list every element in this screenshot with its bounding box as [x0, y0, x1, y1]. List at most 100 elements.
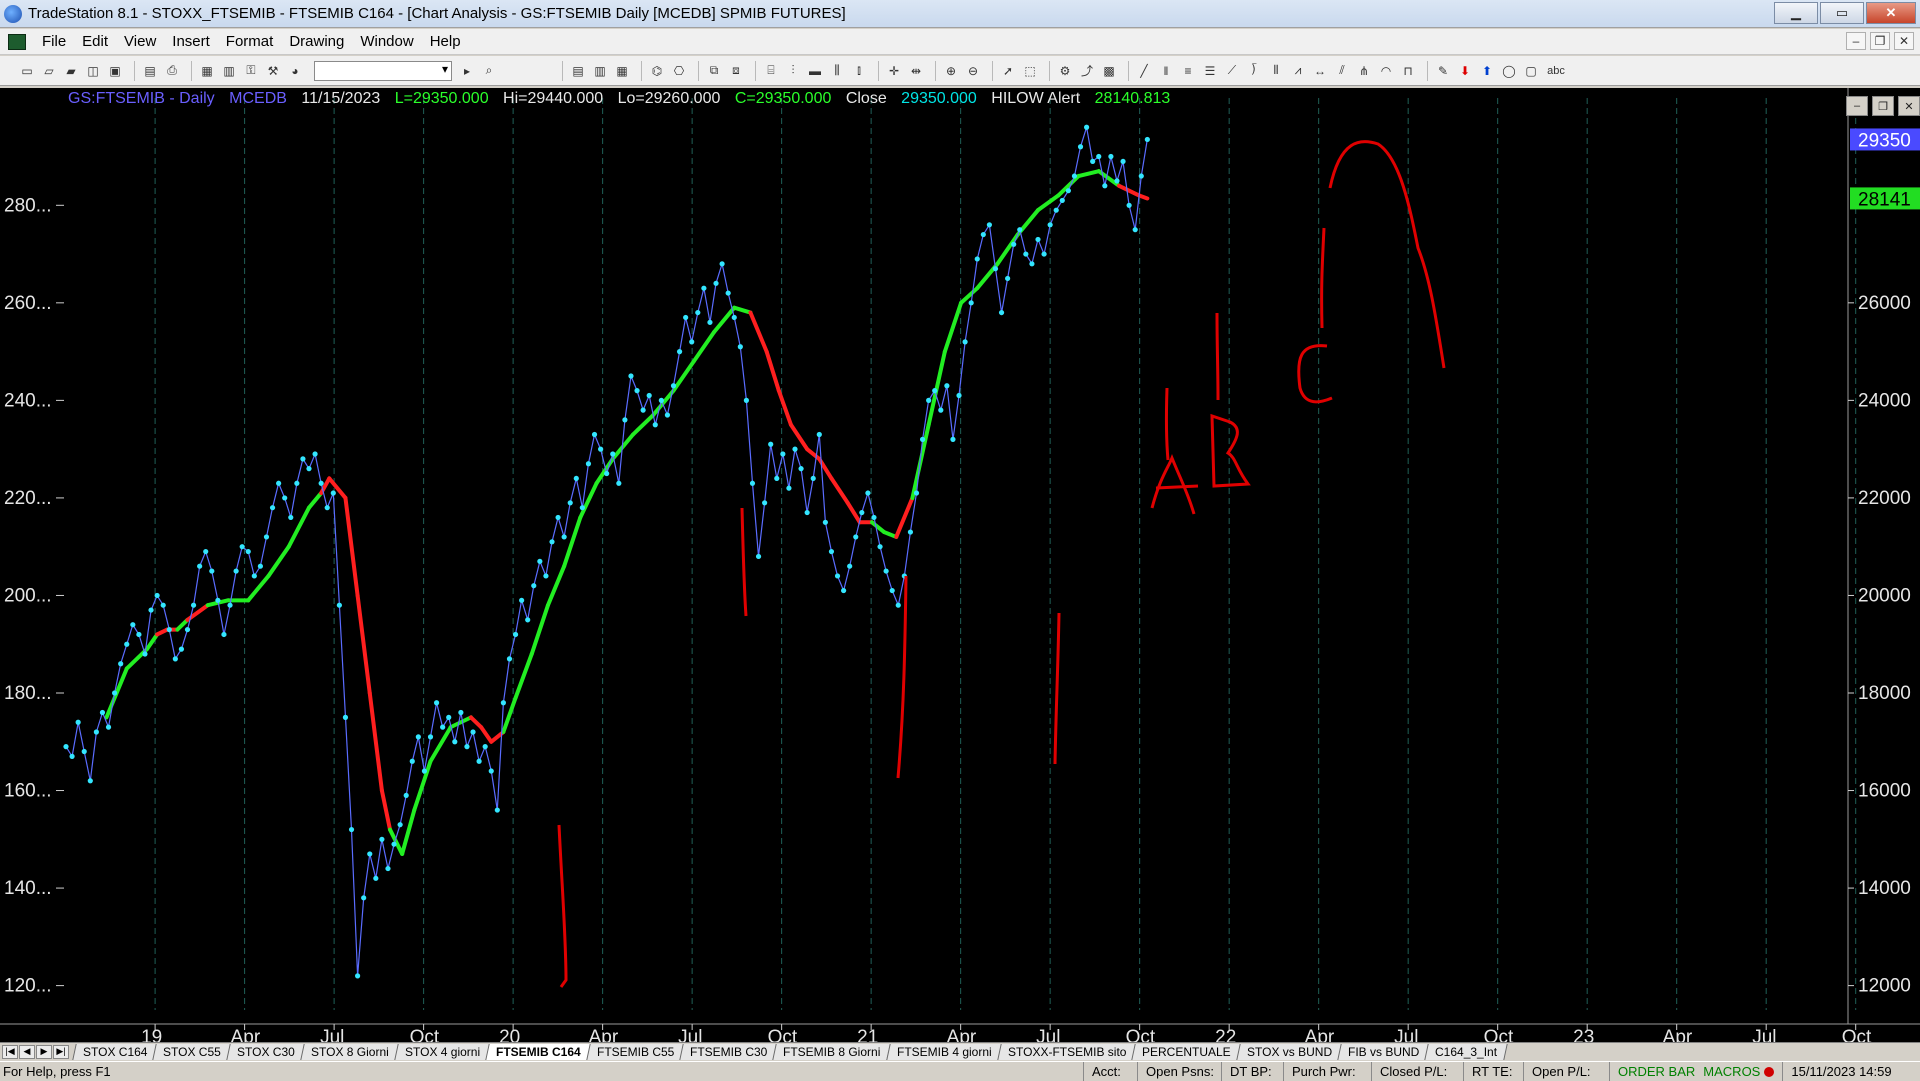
select-icon[interactable]: ⬚: [1021, 62, 1039, 80]
tab-prev-button[interactable]: ◀: [19, 1044, 35, 1059]
tab-stoxx-ftsemib-sito[interactable]: STOXX-FTSEMIB sito: [996, 1043, 1137, 1060]
new-file-icon[interactable]: ▭: [18, 62, 36, 80]
tab-ftsemib-8-giorni[interactable]: FTSEMIB 8 Giorni: [772, 1043, 892, 1060]
save-icon[interactable]: ▣: [106, 62, 124, 80]
ellipse-icon[interactable]: ◯: [1500, 62, 1518, 80]
crosshair-icon[interactable]: ✛: [885, 62, 903, 80]
open-folder-icon[interactable]: ▱: [40, 62, 58, 80]
chart-window-icon[interactable]: ▦: [198, 62, 216, 80]
tab-stox-c164[interactable]: STOX C164: [72, 1043, 159, 1060]
lock-icon[interactable]: ⚿: [242, 62, 260, 80]
menu-format[interactable]: Format: [218, 33, 282, 50]
tab-c164-3-int[interactable]: C164_3_Int: [1424, 1043, 1508, 1060]
menu-drawing[interactable]: Drawing: [281, 33, 352, 50]
price-point: [683, 314, 689, 321]
speedline-icon[interactable]: ⟋: [1223, 62, 1241, 80]
bar-spacing-icon[interactable]: ⇹: [907, 62, 925, 80]
open-workspace-icon[interactable]: ▰: [62, 62, 80, 80]
workspace-select[interactable]: [314, 60, 452, 81]
tools-icon[interactable]: ⚙: [1056, 62, 1074, 80]
price-chart[interactable]: 280... 260... 240... 220... 200... 180... 160.…: [0, 88, 1920, 1042]
zoom-in-icon[interactable]: ⊕: [942, 62, 960, 80]
point-figure-icon[interactable]: ⫼: [828, 62, 846, 80]
price-point: [506, 656, 513, 662]
print-icon[interactable]: ⎙: [163, 62, 181, 80]
radar-screen-icon[interactable]: ▥: [220, 62, 238, 80]
text-icon[interactable]: abc: [1544, 62, 1568, 80]
horizontal-lines-icon[interactable]: ≡: [1179, 62, 1197, 80]
macros-button[interactable]: MACROS: [1703, 1062, 1782, 1081]
gann-fan-icon[interactable]: ⩘: [1289, 62, 1307, 80]
insert-indicator-icon[interactable]: ⌬: [648, 62, 666, 80]
rectangle-icon[interactable]: ▢: [1522, 62, 1540, 80]
format-window-icon[interactable]: ⧉: [705, 62, 723, 80]
print-preview-icon[interactable]: ▤: [141, 62, 159, 80]
tab-stox-vs-bund[interactable]: STOX vs BUND: [1236, 1043, 1343, 1060]
line-on-close-icon[interactable]: ▬: [806, 62, 824, 80]
order-bar-button[interactable]: ORDER BAR: [1609, 1061, 1703, 1081]
tab-ftsemib-c55[interactable]: FTSEMIB C55: [586, 1043, 685, 1060]
cycle-lines-icon[interactable]: ⊓: [1399, 62, 1417, 80]
maximize-button[interactable]: ▭: [1820, 2, 1864, 24]
bar-chart-icon[interactable]: ⌸: [762, 62, 780, 80]
trendline-icon[interactable]: ╱: [1135, 62, 1153, 80]
zoom-out-icon[interactable]: ⊖: [964, 62, 982, 80]
insert-strategy-icon[interactable]: ⎔: [670, 62, 688, 80]
vertical-lines-icon[interactable]: ‖: [1157, 62, 1175, 80]
chart-window-icon[interactable]: [8, 33, 26, 50]
strategy-icon[interactable]: ⚒: [264, 62, 282, 80]
regression-icon[interactable]: ☰: [1201, 62, 1219, 80]
indicator-icon[interactable]: ◕: [286, 62, 304, 80]
pane-close-button[interactable]: ✕: [1898, 96, 1920, 116]
fib-arc-icon[interactable]: ◠: [1377, 62, 1395, 80]
tab-ftsemib-c30[interactable]: FTSEMIB C30: [679, 1043, 779, 1060]
tab-last-button[interactable]: ▶|: [53, 1044, 69, 1059]
minimize-button[interactable]: ▁: [1774, 2, 1818, 24]
chart-analysis-window[interactable]: 280... 260... 240... 220... 200... 180... 160.…: [0, 88, 1920, 1042]
table-icon[interactable]: ▦: [613, 62, 631, 80]
menu-window[interactable]: Window: [352, 33, 421, 50]
tab-next-button[interactable]: ▶: [36, 1044, 52, 1059]
pane-minimize-button[interactable]: –: [1846, 96, 1868, 116]
arrow-line-icon[interactable]: ↔: [1311, 62, 1329, 80]
andrews-pitchfork-icon[interactable]: ⋔: [1355, 62, 1373, 80]
data-window-icon[interactable]: ▤: [569, 62, 587, 80]
new-window-icon[interactable]: ◫: [84, 62, 102, 80]
kagi-icon[interactable]: ⫾: [850, 62, 868, 80]
tab-stox-c30[interactable]: STOX C30: [226, 1043, 306, 1060]
grid-icon[interactable]: ▩: [1100, 62, 1118, 80]
fibonacci-icon[interactable]: ⟌: [1245, 62, 1263, 80]
tab-ftsemib-c164[interactable]: FTSEMIB C164: [485, 1043, 592, 1060]
menu-insert[interactable]: Insert: [164, 33, 218, 50]
tab-stox-4-giorni[interactable]: STOX 4 giorni: [394, 1043, 491, 1060]
mdi-close-button[interactable]: ✕: [1894, 32, 1914, 50]
matrix-icon[interactable]: ▥: [591, 62, 609, 80]
down-arrow-icon[interactable]: ⬇: [1456, 62, 1474, 80]
menu-view[interactable]: View: [116, 33, 164, 50]
export-icon[interactable]: ⤴: [1078, 62, 1096, 80]
mdi-minimize-button[interactable]: –: [1846, 32, 1866, 50]
tab-fib-vs-bund[interactable]: FIB vs BUND: [1337, 1043, 1430, 1060]
find-icon[interactable]: ⌕: [480, 62, 498, 80]
format-symbol-icon[interactable]: ⧈: [727, 62, 745, 80]
price-point: [1071, 173, 1078, 179]
menu-help[interactable]: Help: [422, 33, 469, 50]
tab-first-button[interactable]: |◀: [2, 1044, 18, 1059]
arrow-right-icon[interactable]: ▸: [458, 62, 476, 80]
close-button[interactable]: ✕: [1866, 2, 1916, 24]
up-arrow-icon[interactable]: ⬆: [1478, 62, 1496, 80]
menu-file[interactable]: File: [34, 33, 74, 50]
candlestick-icon[interactable]: ⫶: [784, 62, 802, 80]
channel-icon[interactable]: ⫽: [1333, 62, 1351, 80]
mdi-restore-button[interactable]: ❐: [1870, 32, 1890, 50]
menu-edit[interactable]: Edit: [74, 33, 116, 50]
pointer-icon[interactable]: ➚: [999, 62, 1017, 80]
pane-restore-button[interactable]: ❐: [1872, 96, 1894, 116]
time-zones-icon[interactable]: ⫴: [1267, 62, 1285, 80]
tab-ftsemib-4-giorni[interactable]: FTSEMIB 4 giorni: [886, 1043, 1003, 1060]
tab-stox-c55[interactable]: STOX C55: [152, 1043, 232, 1060]
tab-stox-8-giorni[interactable]: STOX 8 Giorni: [300, 1043, 400, 1060]
hilow-alert-value: 28140.813: [1094, 90, 1171, 107]
tab-percentuale[interactable]: PERCENTUALE: [1131, 1043, 1242, 1060]
freehand-icon[interactable]: ✎: [1434, 62, 1452, 80]
